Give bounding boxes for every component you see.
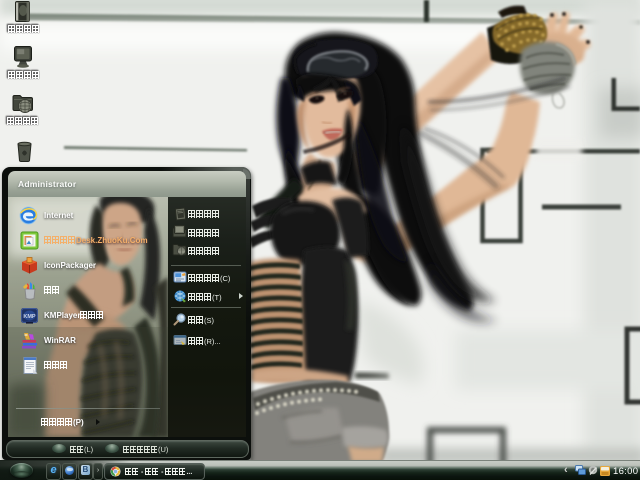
svg-text:KMP: KMP — [23, 314, 36, 320]
